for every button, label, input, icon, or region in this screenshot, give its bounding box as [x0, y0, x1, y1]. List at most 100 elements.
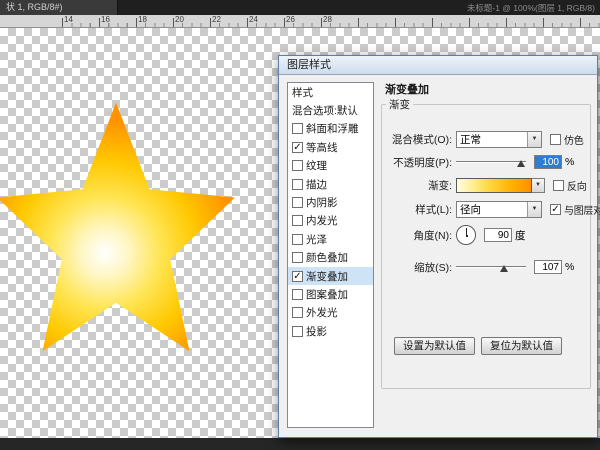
scale-label: 缩放(S): [386, 260, 452, 275]
align-with-layer-checkbox[interactable]: ✓ [550, 204, 561, 215]
gradient-group: 渐变 混合模式(O): 正常 ▼ 仿色 不透明度(P): [381, 97, 591, 389]
horizontal-ruler[interactable]: 14 16 18 20 22 24 26 28 [0, 15, 600, 28]
style-list-item[interactable]: 纹理 [288, 157, 373, 175]
style-list-item[interactable]: 混合选项:默认 [288, 101, 373, 119]
blend-mode-label: 混合模式(O): [386, 132, 452, 147]
blend-mode-row: 混合模式(O): 正常 ▼ 仿色 [386, 130, 583, 148]
blend-mode-dropdown[interactable]: 正常 ▼ [456, 131, 542, 148]
style-item-checkbox[interactable] [292, 289, 303, 300]
style-item-label: 纹理 [306, 158, 327, 173]
gradient-preview[interactable] [456, 178, 532, 193]
layer-styles-list[interactable]: 样式混合选项:默认斜面和浮雕✓等高线纹理描边内阴影内发光光泽颜色叠加✓渐变叠加图… [287, 82, 374, 428]
style-item-checkbox[interactable] [292, 197, 303, 208]
star-polygon [0, 103, 235, 352]
style-list-item[interactable]: 光泽 [288, 230, 373, 248]
opacity-label: 不透明度(P): [386, 155, 452, 170]
style-item-label: 样式 [292, 85, 313, 100]
scale-slider-thumb[interactable] [500, 265, 508, 272]
style-item-checkbox[interactable] [292, 326, 303, 337]
angle-row: 角度(N): 90 度 [386, 226, 526, 244]
style-list-item[interactable]: 内阴影 [288, 193, 373, 211]
scale-value[interactable]: 107 [534, 260, 562, 274]
style-list-item[interactable]: 样式 [288, 83, 373, 101]
angle-value[interactable]: 90 [484, 228, 512, 242]
style-item-checkbox[interactable] [292, 215, 303, 226]
document-tab-label: 状 1, RGB/8#) [6, 2, 63, 12]
ruler-number: 16 [101, 15, 110, 24]
ruler-number: 20 [175, 15, 184, 24]
style-item-label: 内发光 [306, 213, 338, 228]
style-item-checkbox[interactable]: ✓ [292, 271, 303, 282]
dialog-title: 图层样式 [287, 59, 331, 71]
angle-label: 角度(N): [386, 228, 452, 243]
chevron-down-icon[interactable]: ▼ [527, 132, 541, 147]
style-row: 样式(L): 径向 ▼ ✓ 与图层对齐 [386, 200, 600, 218]
style-item-checkbox[interactable] [292, 234, 303, 245]
style-list-item[interactable]: 斜面和浮雕 [288, 120, 373, 138]
style-item-checkbox[interactable]: ✓ [292, 142, 303, 153]
gradient-label: 渐变: [386, 178, 452, 193]
style-item-checkbox[interactable] [292, 179, 303, 190]
style-item-checkbox[interactable] [292, 252, 303, 263]
angle-unit: 度 [515, 228, 526, 243]
make-default-button[interactable]: 设置为默认值 [394, 337, 475, 355]
style-item-label: 光泽 [306, 232, 327, 247]
scale-unit: % [565, 261, 574, 273]
chevron-down-icon[interactable]: ▼ [527, 202, 541, 217]
opacity-unit: % [565, 156, 574, 168]
opacity-value[interactable]: 100 [534, 155, 562, 169]
scale-slider[interactable] [456, 261, 526, 273]
gradient-picker-arrow-icon[interactable]: ▼ [532, 178, 545, 193]
blend-mode-value: 正常 [457, 132, 527, 147]
style-item-label: 内阴影 [306, 195, 338, 210]
star-shape[interactable] [0, 28, 250, 388]
reverse-checkbox[interactable] [553, 180, 564, 191]
gradient-group-label: 渐变 [386, 97, 413, 112]
ruler-number: 22 [212, 15, 221, 24]
style-list-item[interactable]: ✓渐变叠加 [288, 267, 373, 285]
style-item-label: 图案叠加 [306, 287, 348, 302]
style-item-label: 混合选项:默认 [292, 103, 358, 118]
ruler-number: 26 [286, 15, 295, 24]
style-value: 径向 [457, 202, 527, 217]
reverse-label: 反向 [567, 178, 586, 193]
reset-default-button[interactable]: 复位为默认值 [481, 337, 562, 355]
style-item-checkbox[interactable] [292, 123, 303, 134]
style-item-label: 渐变叠加 [306, 269, 348, 284]
dither-label: 仿色 [564, 132, 583, 147]
style-list-item[interactable]: 内发光 [288, 212, 373, 230]
ruler-number: 14 [64, 15, 73, 24]
dialog-title-bar[interactable]: 图层样式 [279, 56, 597, 75]
layer-style-dialog: 图层样式 样式混合选项:默认斜面和浮雕✓等高线纹理描边内阴影内发光光泽颜色叠加✓… [278, 55, 598, 438]
style-list-item[interactable]: 描边 [288, 175, 373, 193]
gradient-row: 渐变: ▼ 反向 [386, 176, 586, 194]
dither-checkbox[interactable] [550, 134, 561, 145]
style-list-item[interactable]: 投影 [288, 322, 373, 340]
photoshop-window: 状 1, RGB/8#) 未标题-1 @ 100%(图层 1, RGB/8) 1… [0, 0, 600, 450]
style-list-item[interactable]: 外发光 [288, 304, 373, 322]
style-item-label: 颜色叠加 [306, 250, 348, 265]
bottom-strip [0, 438, 600, 450]
style-list-item[interactable]: 图案叠加 [288, 285, 373, 303]
opacity-slider[interactable] [456, 156, 526, 168]
style-item-label: 斜面和浮雕 [306, 121, 359, 136]
style-item-checkbox[interactable] [292, 160, 303, 171]
opacity-row: 不透明度(P): 100 % [386, 153, 574, 171]
opacity-slider-thumb[interactable] [517, 160, 525, 167]
ruler-number: 28 [323, 15, 332, 24]
dialog-body: 样式混合选项:默认斜面和浮雕✓等高线纹理描边内阴影内发光光泽颜色叠加✓渐变叠加图… [279, 75, 597, 437]
angle-dial[interactable] [456, 225, 476, 245]
style-list-item[interactable]: 颜色叠加 [288, 249, 373, 267]
secondary-document-title: 未标题-1 @ 100%(图层 1, RGB/8) [467, 2, 595, 14]
style-item-label: 等高线 [306, 140, 338, 155]
ruler-number: 24 [249, 15, 258, 24]
ruler-number: 18 [138, 15, 147, 24]
scale-row: 缩放(S): 107 % [386, 258, 574, 276]
document-tab[interactable]: 状 1, RGB/8#) [0, 0, 118, 15]
style-item-checkbox[interactable] [292, 307, 303, 318]
style-dropdown[interactable]: 径向 ▼ [456, 201, 542, 218]
application-top-bar: 状 1, RGB/8#) 未标题-1 @ 100%(图层 1, RGB/8) [0, 0, 600, 15]
default-buttons-row: 设置为默认值 复位为默认值 [394, 337, 568, 355]
style-list-item[interactable]: ✓等高线 [288, 138, 373, 156]
style-item-label: 描边 [306, 177, 327, 192]
